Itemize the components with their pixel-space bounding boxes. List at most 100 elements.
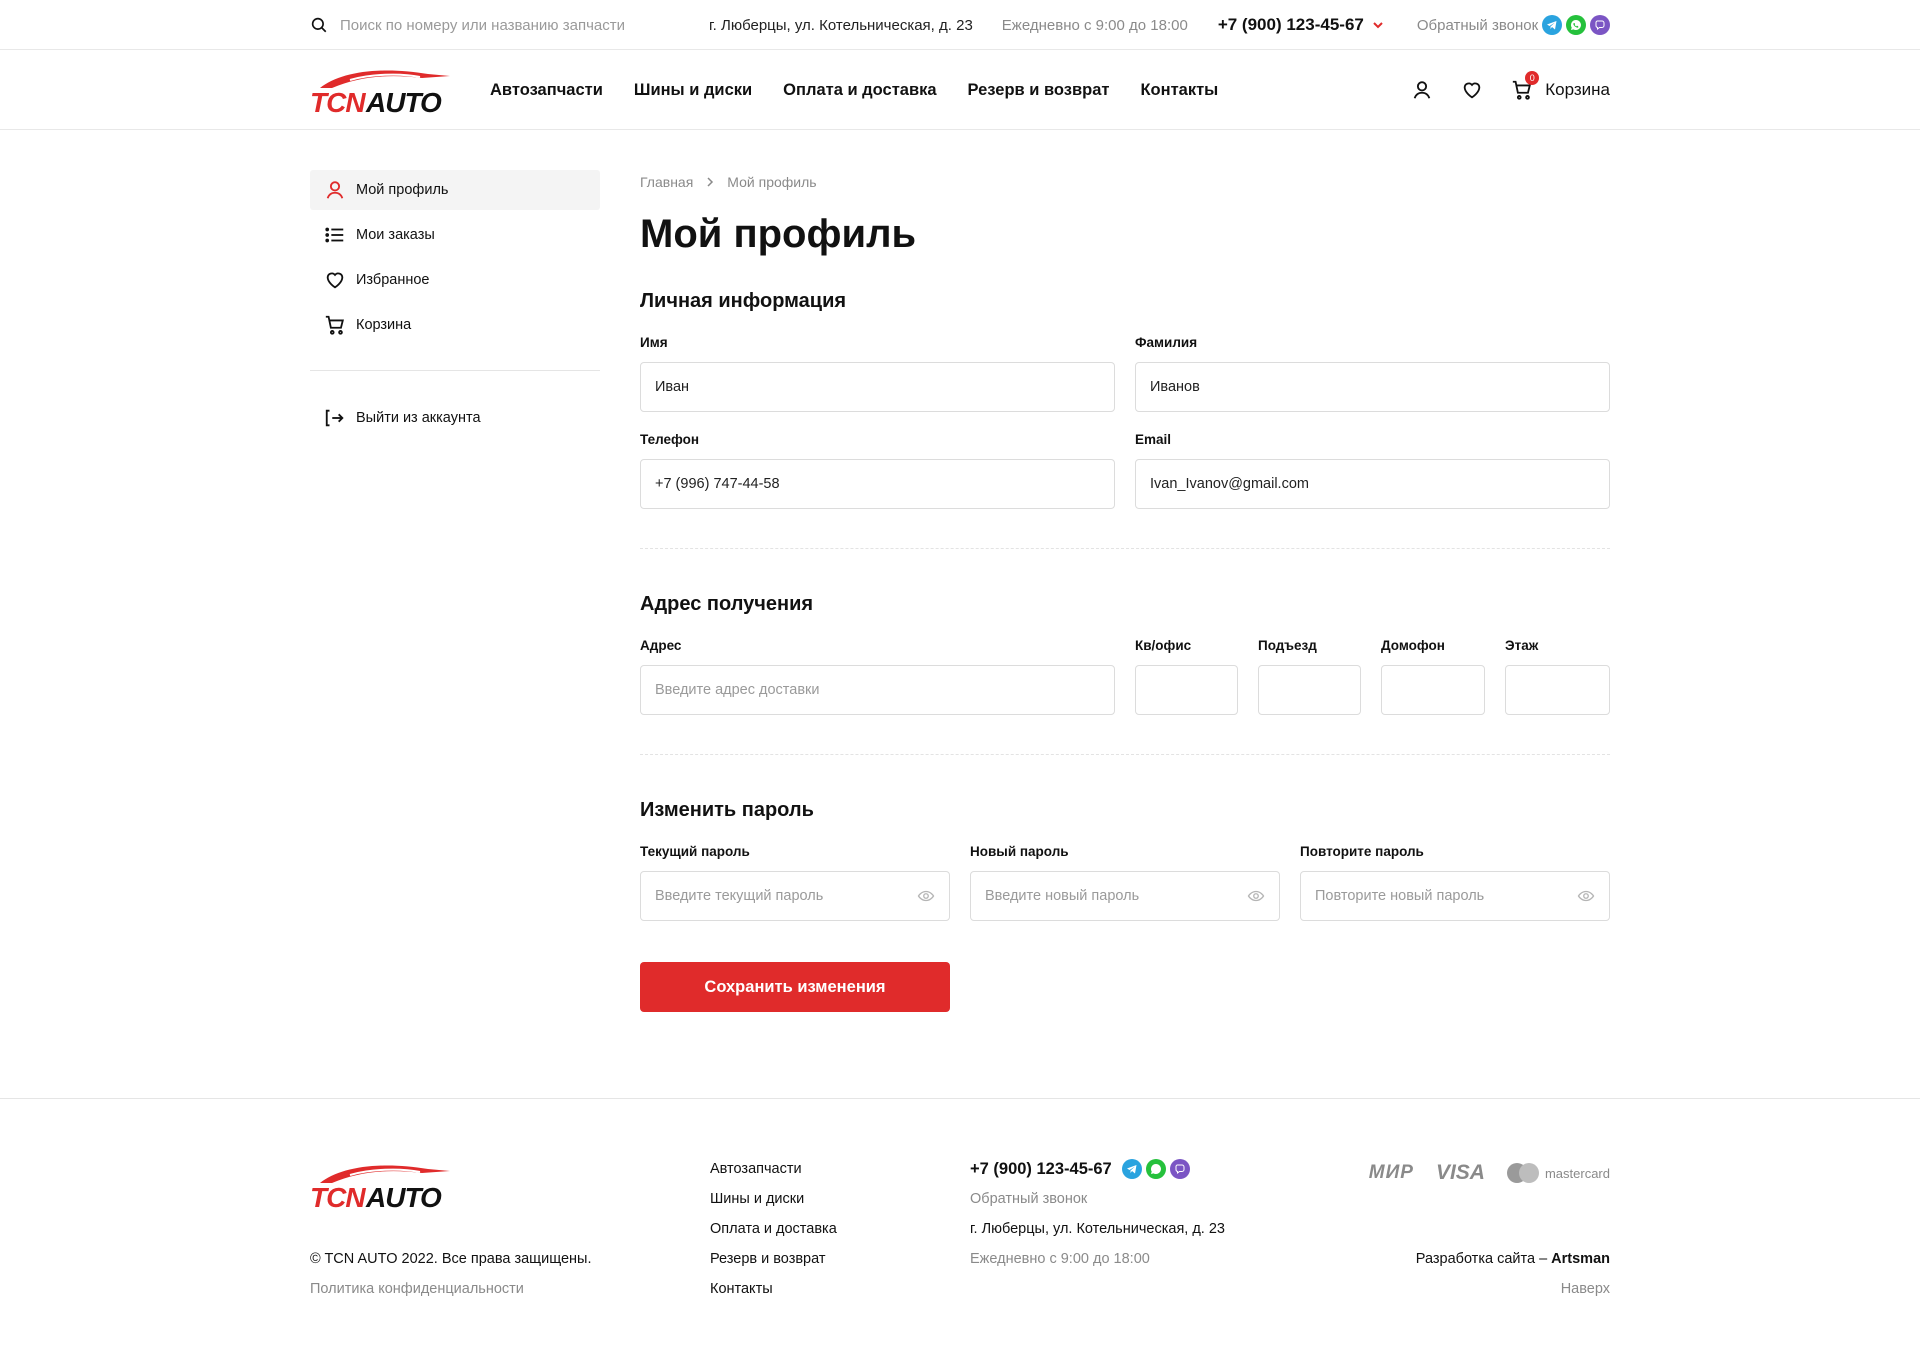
eye-icon[interactable]	[917, 887, 935, 905]
footer-phone[interactable]: +7 (900) 123-45-67	[970, 1160, 1112, 1179]
new-password-placeholder: Введите новый пароль	[985, 888, 1140, 904]
callback-link[interactable]: Обратный звонок	[1417, 17, 1538, 34]
password-title: Изменить пароль	[640, 799, 814, 821]
chevron-right-icon	[707, 177, 714, 187]
entrance-input[interactable]	[1258, 665, 1361, 715]
viber-icon[interactable]	[1590, 15, 1610, 35]
search-input[interactable]: Поиск по номеру или названию запчасти	[340, 17, 625, 34]
heart-icon[interactable]	[1461, 79, 1483, 101]
mastercard-circle-icon	[1518, 1163, 1539, 1183]
logo-text-right: AUTO	[365, 87, 442, 116]
last-name-label: Фамилия	[1135, 335, 1198, 350]
password-row: Текущий пароль Введите текущий пароль Но…	[640, 844, 1610, 921]
last-name-field: Фамилия Иванов	[1135, 335, 1610, 412]
sidebar-item-label: Избранное	[356, 272, 430, 288]
developer-prefix: Разработка сайта –	[1415, 1251, 1552, 1267]
footer-nav-autoparts[interactable]: Автозапчасти	[710, 1161, 837, 1179]
logo[interactable]: TCN AUTO	[310, 64, 450, 118]
sidebar-item-favorites[interactable]: Избранное	[310, 260, 600, 300]
phone-input[interactable]: +7 (996) 747-44-58	[640, 459, 1115, 509]
footer-nav-returns[interactable]: Резерв и возврат	[710, 1251, 837, 1269]
email-input[interactable]: Ivan_Ivanov@gmail.com	[1135, 459, 1610, 509]
page-title: Мой профиль	[640, 212, 917, 256]
eye-icon[interactable]	[1247, 887, 1265, 905]
user-icon	[326, 181, 344, 199]
sidebar-divider	[310, 370, 600, 371]
logout-icon	[325, 409, 344, 427]
section-divider	[640, 754, 1610, 755]
privacy-policy-link[interactable]: Политика конфиденциальности	[310, 1281, 524, 1297]
sidebar-item-logout[interactable]: Выйти из аккаунта	[310, 398, 600, 438]
sidebar-item-label: Мои заказы	[356, 227, 435, 243]
eye-icon[interactable]	[1577, 887, 1595, 905]
chevron-down-icon[interactable]	[1372, 19, 1384, 31]
nav-item-payment[interactable]: Оплата и доставка	[783, 81, 936, 100]
new-password-field: Новый пароль Введите новый пароль	[970, 844, 1280, 921]
footer-callback-link[interactable]: Обратный звонок	[970, 1191, 1225, 1209]
new-password-input[interactable]: Введите новый пароль	[970, 871, 1280, 921]
sidebar-item-cart[interactable]: Корзина	[310, 305, 600, 345]
email-field: Email Ivan_Ivanov@gmail.com	[1135, 432, 1610, 509]
footer-nav-payment[interactable]: Оплата и доставка	[710, 1221, 837, 1239]
cart-label[interactable]: Корзина	[1545, 80, 1610, 100]
logo-text-left: TCN	[310, 1182, 366, 1211]
profile-content: Главная Мой профиль Мой профиль Личная и…	[640, 170, 1610, 1098]
save-button[interactable]: Сохранить изменения	[640, 962, 950, 1012]
address-input[interactable]: Введите адрес доставки	[640, 665, 1115, 715]
nav-item-returns[interactable]: Резерв и возврат	[968, 81, 1110, 100]
topbar: Поиск по номеру или названию запчасти г.…	[0, 0, 1920, 50]
apt-field: Кв/офис	[1135, 638, 1238, 715]
phone-number[interactable]: +7 (900) 123-45-67	[1218, 15, 1364, 35]
footer-logo[interactable]: TCN AUTO	[310, 1159, 450, 1213]
new-password-label: Новый пароль	[970, 844, 1069, 859]
repeat-password-placeholder: Повторите новый пароль	[1315, 888, 1485, 904]
cart-button[interactable]: 0 Корзина	[1511, 71, 1610, 101]
nav-item-contacts[interactable]: Контакты	[1140, 81, 1218, 100]
repeat-password-input[interactable]: Повторите новый пароль	[1300, 871, 1610, 921]
search-field[interactable]: Поиск по номеру или названию запчасти	[310, 16, 680, 34]
current-password-field: Текущий пароль Введите текущий пароль	[640, 844, 950, 921]
sidebar-item-orders[interactable]: Мои заказы	[310, 215, 600, 255]
back-to-top-link[interactable]: Наверх	[1561, 1281, 1610, 1297]
personal-row-2: Телефон +7 (996) 747-44-58 Email Ivan_Iv…	[640, 432, 1610, 509]
whatsapp-icon[interactable]	[1145, 1159, 1166, 1179]
personal-row-1: Имя Иван Фамилия Иванов	[640, 335, 1610, 412]
first-name-input[interactable]: Иван	[640, 362, 1115, 412]
repeat-password-field: Повторите пароль Повторите новый пароль	[1300, 844, 1610, 921]
floor-input[interactable]	[1505, 665, 1610, 715]
intercom-label: Домофон	[1381, 638, 1445, 653]
search-icon[interactable]	[310, 16, 328, 34]
last-name-input[interactable]: Иванов	[1135, 362, 1610, 412]
entrance-label: Подъезд	[1258, 638, 1317, 653]
breadcrumb-current: Мой профиль	[727, 174, 817, 190]
top-address: г. Люберцы, ул. Котельническая, д. 23	[709, 16, 973, 34]
floor-label: Этаж	[1505, 638, 1539, 653]
nav-item-tires[interactable]: Шины и диски	[634, 81, 752, 100]
header: TCN AUTO Автозапчасти Шины и диски Оплат…	[0, 50, 1920, 130]
top-phone[interactable]: +7 (900) 123-45-67	[1218, 15, 1384, 35]
apt-input[interactable]	[1135, 665, 1238, 715]
user-icon[interactable]	[1411, 79, 1433, 101]
developer-credit: Разработка сайта – Artsman	[1416, 1251, 1610, 1267]
list-icon	[325, 227, 344, 243]
email-label: Email	[1135, 432, 1172, 447]
developer-link[interactable]: Artsman	[1551, 1251, 1610, 1267]
footer-nav: Автозапчасти Шины и диски Оплата и доста…	[710, 1161, 837, 1311]
telegram-icon[interactable]	[1121, 1159, 1142, 1179]
phone-field: Телефон +7 (996) 747-44-58	[640, 432, 1115, 509]
footer-nav-contacts[interactable]: Контакты	[710, 1281, 837, 1299]
viber-icon[interactable]	[1169, 1159, 1190, 1179]
sidebar-item-label: Выйти из аккаунта	[356, 410, 481, 426]
footer-nav-tires[interactable]: Шины и диски	[710, 1191, 837, 1209]
intercom-input[interactable]	[1381, 665, 1485, 715]
first-name-field: Имя Иван	[640, 335, 1115, 412]
breadcrumb-home[interactable]: Главная	[640, 174, 693, 190]
whatsapp-icon[interactable]	[1566, 15, 1586, 35]
messengers	[1542, 15, 1610, 35]
first-name-label: Имя	[640, 335, 668, 350]
current-password-input[interactable]: Введите текущий пароль	[640, 871, 950, 921]
footer: TCN AUTO © TCN AUTO 2022. Все права защи…	[0, 1098, 1920, 1344]
sidebar-item-profile[interactable]: Мой профиль	[310, 170, 600, 210]
telegram-icon[interactable]	[1542, 15, 1562, 35]
nav-item-autoparts[interactable]: Автозапчасти	[490, 81, 603, 100]
